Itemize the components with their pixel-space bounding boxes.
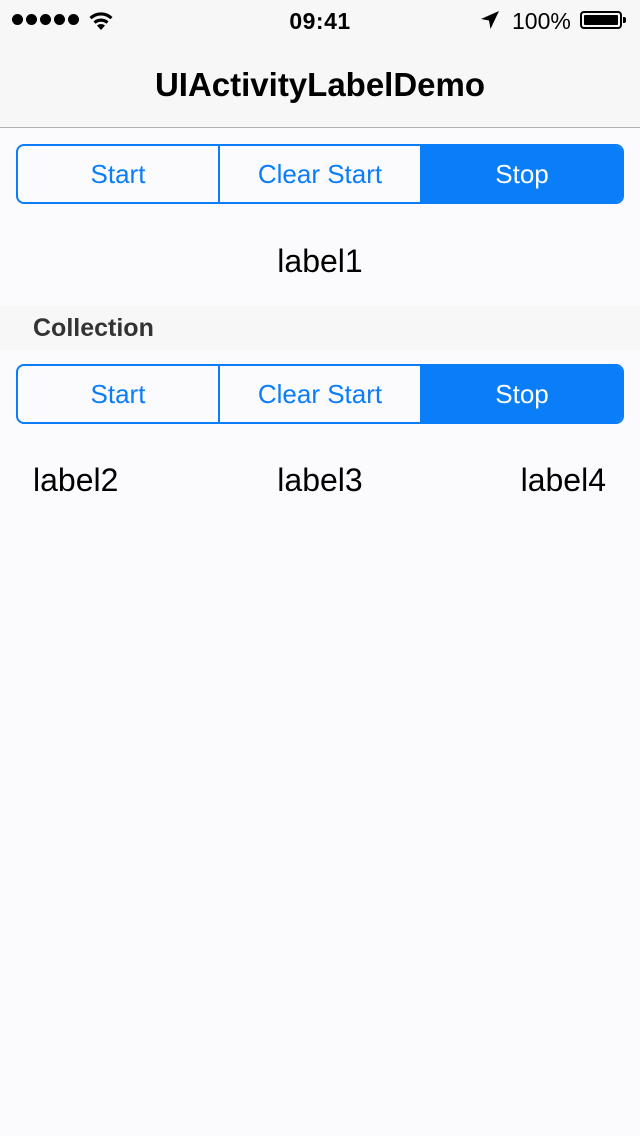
top-segmented-control[interactable]: Start Clear Start Stop: [16, 144, 624, 204]
nav-title: UIActivityLabelDemo: [154, 66, 486, 103]
segment-start[interactable]: Start: [18, 146, 218, 202]
collection-segment-clear-start[interactable]: Clear Start: [218, 366, 420, 422]
collection-segment-stop[interactable]: Stop: [420, 366, 622, 422]
segment-clear-start[interactable]: Clear Start: [218, 146, 420, 202]
section-header: Collection: [0, 306, 640, 350]
battery-icon: [580, 11, 626, 29]
label4: label4: [520, 462, 606, 498]
section-title: Collection: [33, 314, 154, 342]
navigation-bar: UIActivityLabelDemo: [0, 40, 640, 128]
label1: label1: [277, 243, 363, 279]
status-bar: 09:41 100%: [0, 0, 640, 40]
location-arrow-icon: [481, 11, 499, 29]
battery-percent: 100%: [512, 8, 571, 34]
segment-stop[interactable]: Stop: [420, 146, 622, 202]
collection-segmented-control[interactable]: Start Clear Start Stop: [16, 364, 624, 424]
collection-segment-start[interactable]: Start: [18, 366, 218, 422]
